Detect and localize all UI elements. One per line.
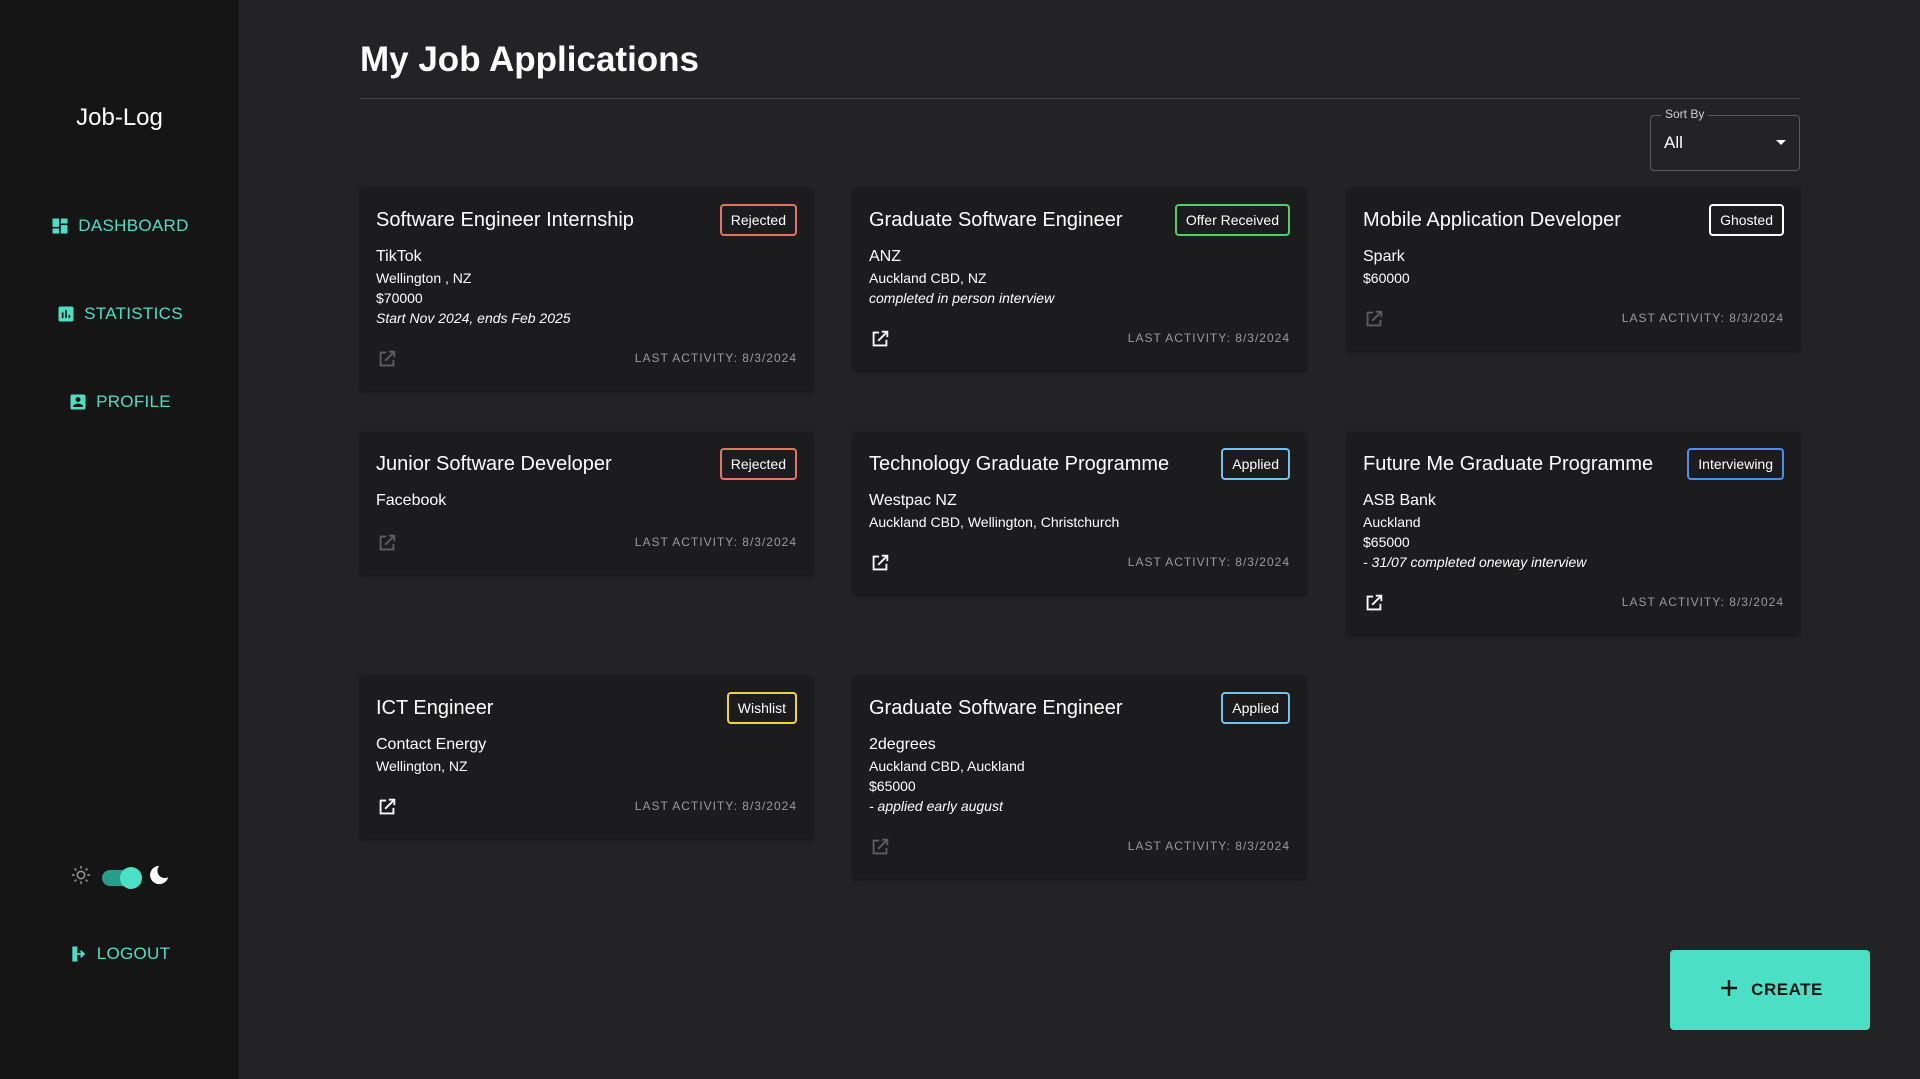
sort-by-value: All: [1664, 133, 1683, 152]
sidebar: Job-Log DASHBOARD STATISTICS PROFILE LOG…: [0, 0, 239, 1079]
job-salary: $65000: [869, 778, 916, 794]
job-card: Graduate Software Engineer Applied 2degr…: [853, 676, 1306, 879]
status-badge: Applied: [1221, 448, 1290, 480]
job-location: Wellington , NZ: [376, 270, 472, 286]
job-salary: $65000: [1363, 534, 1410, 550]
open-link-icon[interactable]: [1363, 308, 1385, 330]
last-activity: LAST ACTIVITY: 8/3/2024: [634, 351, 797, 365]
open-link-icon[interactable]: [869, 328, 891, 350]
sidebar-item-label: DASHBOARD: [78, 216, 189, 235]
last-activity: LAST ACTIVITY: 8/3/2024: [634, 535, 797, 549]
status-badge: Rejected: [719, 448, 797, 480]
open-link-icon[interactable]: [376, 348, 398, 370]
logout-label: LOGOUT: [96, 944, 171, 963]
sidebar-item-label: PROFILE: [96, 392, 171, 411]
header-divider: [360, 98, 1800, 99]
dark-mode-switch[interactable]: [101, 866, 142, 889]
status-badge: Rejected: [719, 204, 797, 236]
job-location: Auckland CBD, Wellington, Christchurch: [869, 514, 1120, 530]
job-card: Future Me Graduate Programme Interviewin…: [1347, 432, 1800, 635]
status-badge: Applied: [1221, 692, 1290, 724]
job-card: Graduate Software Engineer Offer Receive…: [853, 188, 1306, 371]
company-name: Spark: [1363, 248, 1405, 265]
job-location: Auckland CBD, NZ: [869, 270, 987, 286]
job-location: Auckland: [1363, 514, 1421, 530]
sort-by-label: Sort By: [1661, 107, 1709, 121]
open-link-icon[interactable]: [376, 796, 398, 818]
plus-icon: [1717, 976, 1741, 1005]
page-title: My Job Applications: [360, 40, 700, 79]
account-box-icon: [68, 392, 88, 412]
job-title: Mobile Application Developer: [1363, 209, 1621, 231]
sort-by-select[interactable]: Sort By All: [1650, 107, 1800, 171]
job-notes: - applied early august: [869, 798, 1003, 814]
company-name: TikTok: [376, 248, 422, 265]
last-activity: LAST ACTIVITY: 8/3/2024: [1127, 555, 1290, 569]
chevron-down-icon: [1776, 140, 1786, 145]
moon-icon: [148, 864, 170, 891]
open-link-icon[interactable]: [869, 836, 891, 858]
job-notes: completed in person interview: [869, 290, 1055, 306]
job-location: Wellington, NZ: [376, 758, 468, 774]
job-card: Mobile Application Developer Ghosted Spa…: [1347, 188, 1800, 351]
job-title: ICT Engineer: [376, 697, 494, 719]
company-name: ASB Bank: [1363, 492, 1436, 509]
job-title: Future Me Graduate Programme: [1363, 453, 1654, 475]
create-button-label: CREATE: [1751, 980, 1823, 999]
sidebar-item-dashboard[interactable]: DASHBOARD: [0, 216, 239, 236]
status-badge: Ghosted: [1709, 204, 1784, 236]
job-title: Technology Graduate Programme: [869, 453, 1170, 475]
logout-icon: [69, 944, 89, 964]
last-activity: LAST ACTIVITY: 8/3/2024: [1621, 595, 1784, 609]
job-card: Software Engineer Internship Rejected Ti…: [360, 188, 813, 391]
job-location: Auckland CBD, Auckland: [869, 758, 1025, 774]
company-name: Westpac NZ: [869, 492, 957, 509]
open-link-icon[interactable]: [869, 552, 891, 574]
job-card: Technology Graduate Programme Applied We…: [853, 432, 1306, 595]
brand-logo: Job-Log: [76, 104, 163, 131]
job-notes: - 31/07 completed oneway interview: [1363, 554, 1587, 570]
last-activity: LAST ACTIVITY: 8/3/2024: [634, 799, 797, 813]
job-title: Graduate Software Engineer: [869, 697, 1123, 719]
last-activity: LAST ACTIVITY: 8/3/2024: [1621, 311, 1784, 325]
job-card: Junior Software Developer Rejected Faceb…: [360, 432, 813, 575]
company-name: Contact Energy: [376, 736, 487, 753]
theme-toggle: [0, 864, 239, 891]
job-salary: $60000: [1363, 270, 1410, 286]
last-activity: LAST ACTIVITY: 8/3/2024: [1127, 839, 1290, 853]
company-name: 2degrees: [869, 736, 936, 753]
job-title: Graduate Software Engineer: [869, 209, 1123, 231]
job-notes: Start Nov 2024, ends Feb 2025: [376, 310, 571, 326]
job-card: ICT Engineer Wishlist Contact Energy Wel…: [360, 676, 813, 839]
open-link-icon[interactable]: [376, 532, 398, 554]
job-title: Junior Software Developer: [376, 453, 612, 475]
sidebar-item-profile[interactable]: PROFILE: [0, 392, 239, 412]
logout-button[interactable]: LOGOUT: [0, 944, 239, 964]
create-button[interactable]: CREATE: [1670, 950, 1870, 1030]
last-activity: LAST ACTIVITY: 8/3/2024: [1127, 331, 1290, 345]
chart-icon: [56, 304, 76, 324]
company-name: Facebook: [376, 492, 447, 509]
job-title: Software Engineer Internship: [376, 209, 634, 231]
status-badge: Interviewing: [1687, 448, 1784, 480]
sidebar-item-label: STATISTICS: [84, 304, 183, 323]
dashboard-icon: [50, 216, 70, 236]
job-salary: $70000: [376, 290, 423, 306]
company-name: ANZ: [869, 248, 901, 265]
status-badge: Offer Received: [1174, 204, 1290, 236]
open-link-icon[interactable]: [1363, 592, 1385, 614]
sun-icon: [70, 864, 92, 891]
sidebar-item-statistics[interactable]: STATISTICS: [0, 304, 239, 324]
status-badge: Wishlist: [726, 692, 797, 724]
